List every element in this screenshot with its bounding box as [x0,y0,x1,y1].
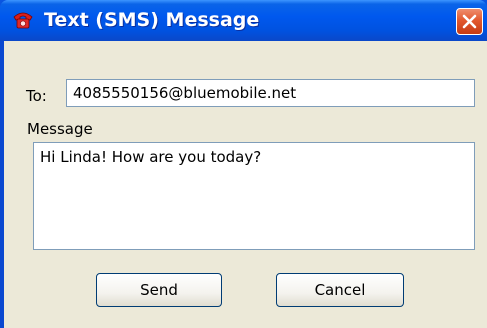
to-label: To: [26,87,47,105]
to-recipient-input[interactable]: 4085550156@bluemobile.net [66,79,475,107]
cancel-button[interactable]: Cancel [276,273,404,307]
message-label: Message [27,120,93,138]
close-button[interactable] [456,8,483,35]
send-button[interactable]: Send [96,273,222,307]
telephone-icon [12,11,34,29]
message-textarea[interactable]: Hi Linda! How are you today? [33,142,475,250]
close-icon [462,14,477,29]
sms-dialog-window: Text (SMS) Message To: 4085550156@bluemo… [0,0,487,328]
title-bar[interactable]: Text (SMS) Message [0,0,487,41]
window-title: Text (SMS) Message [44,9,260,31]
